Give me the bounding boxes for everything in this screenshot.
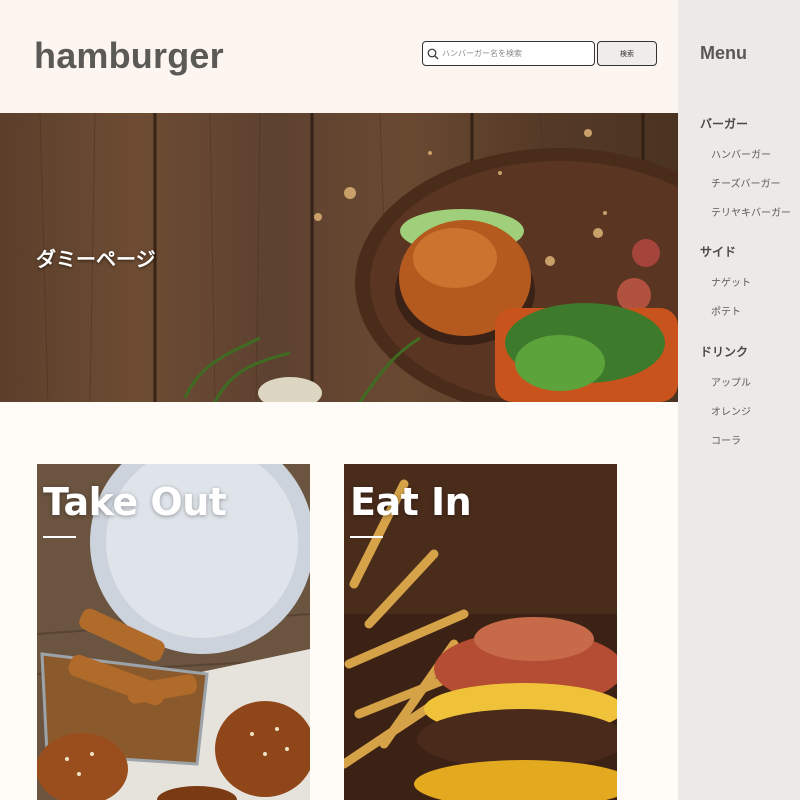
search-input[interactable] <box>442 49 592 58</box>
menu-item-nuggets[interactable]: ナゲット <box>711 274 751 289</box>
menu-title: Menu <box>700 43 747 63</box>
menu-item-hamburger[interactable]: ハンバーガー <box>711 146 771 161</box>
sidebar-menu: Menu バーガー ハンバーガー チーズバーガー テリヤキバーガー サイド ナゲ… <box>678 0 800 800</box>
menu-item-orange[interactable]: オレンジ <box>711 403 751 418</box>
site-logo[interactable]: hamburger <box>34 35 224 77</box>
menu-category-burgers: バーガー <box>700 117 749 131</box>
hero-banner: ダミーページ <box>0 113 678 402</box>
take-out-card[interactable]: Take Out <box>37 464 310 800</box>
menu-item-teriyaki-burger[interactable]: テリヤキバーガー <box>711 204 791 219</box>
take-out-title: Take Out <box>43 480 227 524</box>
menu-item-potato[interactable]: ポテト <box>711 303 741 318</box>
search-icon <box>427 48 439 59</box>
hero-title: ダミーページ <box>36 247 156 271</box>
search-button[interactable]: 検索 <box>597 41 657 66</box>
title-underline <box>43 536 76 538</box>
search-box[interactable] <box>422 41 595 66</box>
menu-item-apple[interactable]: アップル <box>711 374 751 389</box>
eat-in-card[interactable]: Eat In <box>344 464 617 800</box>
menu-category-sides: サイド <box>700 245 737 259</box>
menu-item-cheeseburger[interactable]: チーズバーガー <box>711 175 781 190</box>
menu-item-cola[interactable]: コーラ <box>711 432 741 447</box>
eat-in-title: Eat In <box>350 480 472 524</box>
site-header: hamburger 検索 <box>0 0 678 113</box>
menu-category-drinks: ドリンク <box>700 345 749 359</box>
title-underline <box>350 536 383 538</box>
